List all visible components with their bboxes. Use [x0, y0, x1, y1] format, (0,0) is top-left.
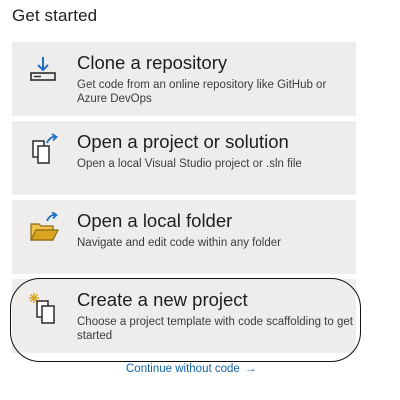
card-description: Choose a project template with code scaf…: [77, 316, 353, 342]
section-heading: Get started: [12, 6, 98, 25]
card-title: Open a project or solution: [77, 131, 289, 152]
card-description: Navigate and edit code within any folder: [77, 237, 281, 249]
open-project-icon: [28, 133, 62, 167]
continue-link-label: Continue without code: [126, 363, 240, 375]
create-project-card[interactable]: Create a new project Choose a project te…: [12, 279, 356, 353]
card-title: Open a local folder: [77, 210, 233, 231]
card-description: Open a local Visual Studio project or .s…: [77, 158, 302, 170]
card-title: Clone a repository: [77, 52, 228, 73]
card-title: Create a new project: [77, 289, 248, 310]
continue-without-code-link[interactable]: Continue without code →: [126, 363, 257, 375]
arrow-right-icon: →: [245, 363, 257, 375]
card-description: Get code from an online repository like …: [77, 79, 327, 105]
get-started-page: Get started Clone a repository Get code …: [0, 0, 400, 400]
open-project-card[interactable]: Open a project or solution Open a local …: [12, 121, 356, 195]
clone-repository-card[interactable]: Clone a repository Get code from an onli…: [12, 42, 356, 116]
download-clone-icon: [28, 54, 62, 88]
open-folder-icon: [28, 211, 62, 246]
open-folder-card[interactable]: Open a local folder Navigate and edit co…: [12, 200, 356, 274]
new-project-icon: [28, 291, 62, 325]
